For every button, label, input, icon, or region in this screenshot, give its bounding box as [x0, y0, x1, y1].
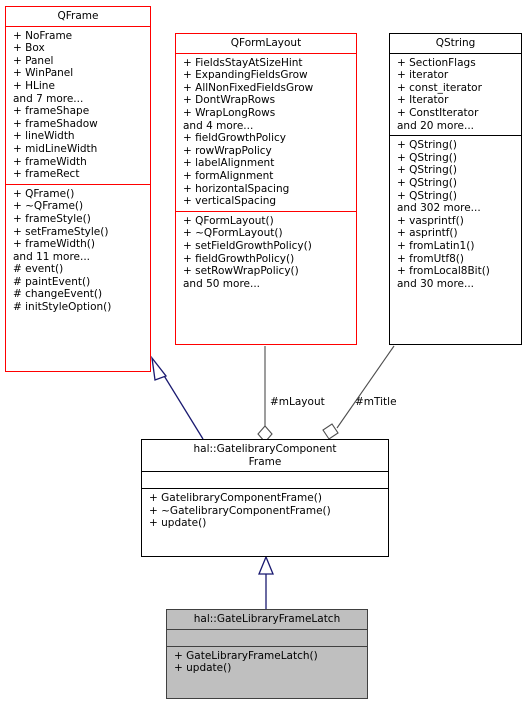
class-member: + fromLatin1() — [397, 239, 475, 252]
class-member: + Panel — [13, 54, 54, 67]
class-member: + frameWidth() — [13, 238, 95, 251]
attributes-qstring: + SectionFlags + iterator + const_iterator… — [390, 54, 521, 136]
class-member: + setRowWrapPolicy() — [183, 265, 299, 278]
class-member: + AllNonFixedFieldsGrow — [183, 81, 314, 94]
class-member: + WinPanel — [13, 67, 74, 80]
class-member: + fromUtf8() — [397, 252, 464, 265]
class-member: + midLineWidth — [13, 142, 98, 155]
class-member: + frameWidth — [13, 155, 87, 168]
class-member: + iterator — [397, 69, 449, 82]
class-member: + QString() — [397, 139, 457, 152]
class-member: and 4 more... — [183, 119, 254, 132]
methods-componentframe: + GatelibraryComponentFrame() + ~Gatelibr… — [142, 489, 388, 533]
class-member: and 20 more... — [397, 119, 475, 132]
class-member: + QString() — [397, 151, 457, 164]
edge-label-mlayout: #mLayout — [270, 396, 325, 408]
class-member: # event() — [13, 263, 64, 276]
class-member: # initStyleOption() — [13, 301, 112, 314]
class-member: + ConstIterator — [397, 106, 479, 119]
class-member: + Iterator — [397, 94, 449, 107]
class-member: + lineWidth — [13, 130, 75, 143]
class-member: + FieldsStayAtSizeHint — [183, 56, 303, 69]
class-member: # changeEvent() — [13, 288, 103, 301]
edge-aggregation-mlayout — [257, 346, 273, 443]
methods-qformlayout: + QFormLayout() + ~QFormLayout() + setFiel… — [176, 212, 356, 294]
class-member: + QString() — [397, 176, 457, 189]
class-member: + ~QFrame() — [13, 200, 84, 213]
class-box-qformlayout[interactable]: QFormLayout + FieldsStayAtSizeHint + Expa… — [175, 33, 357, 345]
class-member: + update() — [149, 517, 207, 530]
class-member: + labelAlignment — [183, 157, 275, 170]
class-member: + DontWrapRows — [183, 94, 276, 107]
attributes-componentframe — [142, 472, 388, 488]
class-member: + NoFrame — [13, 29, 73, 42]
class-box-componentframe[interactable]: hal::GatelibraryComponent Frame + Gateli… — [141, 439, 389, 557]
class-member: + rowWrapPolicy — [183, 144, 272, 157]
class-box-qstring[interactable]: QString + SectionFlags + iterator + const_… — [389, 33, 522, 345]
class-member: + SectionFlags — [397, 56, 476, 69]
class-member: + WrapLongRows — [183, 106, 276, 119]
attributes-framelatch — [167, 630, 367, 646]
uml-class-diagram: QFrame + NoFrame + Box + Panel + WinPanel + … — [0, 0, 528, 707]
class-member: + QString() — [397, 189, 457, 202]
class-member: + fieldGrowthPolicy() — [183, 252, 295, 265]
attributes-qformlayout: + FieldsStayAtSizeHint + ExpandingFieldsG… — [176, 54, 356, 211]
class-member: + frameShadow — [13, 117, 98, 130]
class-box-framelatch[interactable]: hal::GateLibraryFrameLatch + GateLibrary… — [166, 609, 368, 699]
methods-framelatch: + GateLibraryFrameLatch() + update() — [167, 647, 367, 678]
class-box-qframe[interactable]: QFrame + NoFrame + Box + Panel + WinPanel + … — [5, 6, 151, 372]
class-member: and 302 more... — [397, 202, 481, 215]
class-member: + verticalSpacing — [183, 195, 277, 208]
methods-qstring: + QString() + QString() + QString() + QStri… — [390, 136, 521, 293]
class-member: + vasprintf() — [397, 214, 464, 227]
class-member: + QString() — [397, 164, 457, 177]
class-member: + frameStyle() — [13, 212, 91, 225]
class-member: + const_iterator — [397, 81, 482, 94]
class-member: + fromLocal8Bit() — [397, 265, 490, 278]
attributes-qframe: + NoFrame + Box + Panel + WinPanel + HLine an… — [6, 27, 150, 184]
edge-label-mtitle: #mTitle — [355, 396, 397, 408]
class-member: + ~QFormLayout() — [183, 227, 283, 240]
class-member: + GatelibraryComponentFrame() — [149, 492, 322, 505]
class-member: + GateLibraryFrameLatch() — [174, 649, 318, 662]
class-member: + QFrame() — [13, 187, 75, 200]
class-title-qframe: QFrame — [57, 10, 99, 22]
methods-qframe: + QFrame() + ~QFrame() + frameStyle() + set… — [6, 185, 150, 317]
class-title-qstring: QString — [435, 37, 476, 49]
edge-inheritance-componentframe — [258, 555, 274, 609]
class-member: + fieldGrowthPolicy — [183, 132, 287, 145]
class-member: + setFieldGrowthPolicy() — [183, 239, 312, 252]
class-member: + horizontalSpacing — [183, 182, 290, 195]
class-member: and 7 more... — [13, 92, 84, 105]
class-member: + formAlignment — [183, 169, 274, 182]
class-member: and 50 more... — [183, 277, 261, 290]
class-title-framelatch: hal::GateLibraryFrameLatch — [193, 613, 341, 625]
class-member: and 30 more... — [397, 277, 475, 290]
class-member: + asprintf() — [397, 227, 458, 240]
class-title-componentframe: hal::GatelibraryComponent Frame — [193, 443, 337, 468]
edge-inheritance-qframe — [151, 355, 204, 440]
class-member: + ExpandingFieldsGrow — [183, 69, 308, 82]
class-member: + update() — [174, 662, 232, 675]
class-member: and 11 more... — [13, 250, 91, 263]
class-member: + HLine — [13, 79, 55, 92]
class-member: + ~GatelibraryComponentFrame() — [149, 504, 331, 517]
class-member: + Box — [13, 42, 45, 55]
class-member: + frameShape — [13, 105, 90, 118]
class-member: + setFrameStyle() — [13, 225, 109, 238]
class-member: # paintEvent() — [13, 275, 91, 288]
class-member: + frameRect — [13, 168, 80, 181]
edge-composition-mtitle — [322, 345, 395, 440]
class-title-qformlayout: QFormLayout — [230, 37, 302, 49]
class-member: + QFormLayout() — [183, 214, 274, 227]
